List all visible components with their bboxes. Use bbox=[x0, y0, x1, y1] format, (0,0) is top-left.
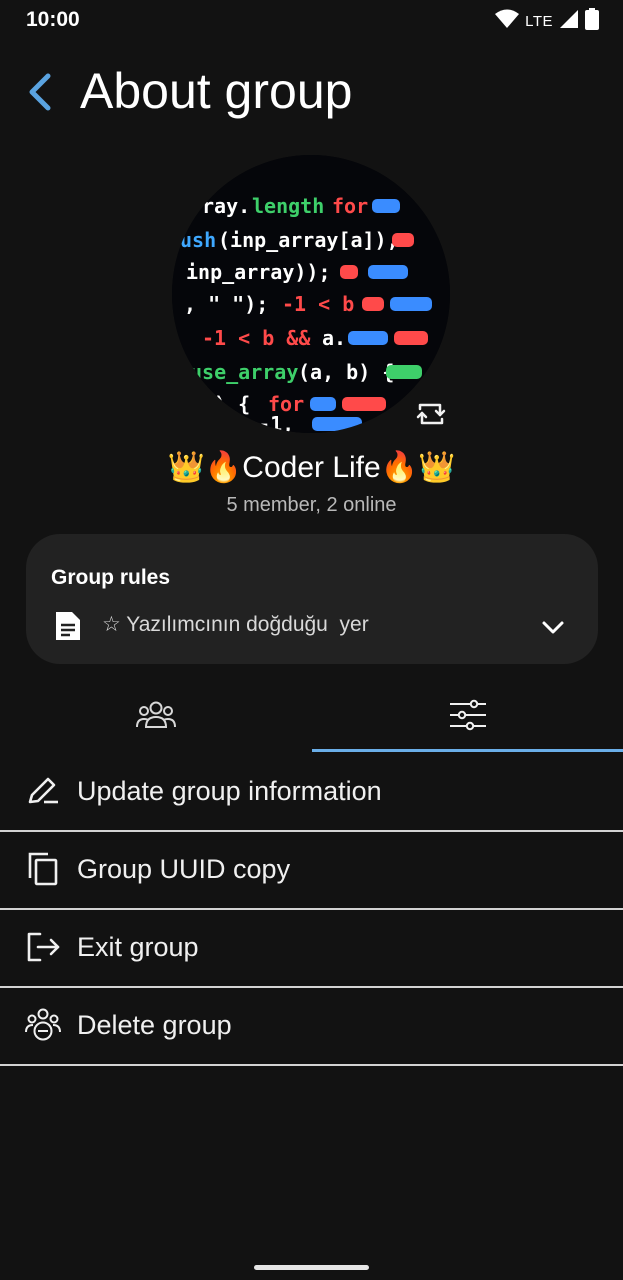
group-rules-card[interactable]: Group rules ☆ Yazılımcının doğduğu yer bbox=[26, 534, 598, 664]
chevron-down-icon[interactable] bbox=[538, 612, 568, 642]
svg-text:inp_array));: inp_array)); bbox=[186, 260, 331, 284]
group-avatar[interactable]: ray. length for ush (inp_array[a]), inp_arr… bbox=[172, 155, 450, 433]
svg-text:(a, b) {: (a, b) { bbox=[298, 360, 394, 384]
status-bar: 10:00 LTE bbox=[0, 0, 623, 40]
svg-text:-1 < b &&: -1 < b && bbox=[202, 326, 311, 350]
delete-group-icon bbox=[24, 1006, 62, 1044]
svg-text:-1 < b: -1 < b bbox=[282, 292, 354, 316]
menu-item-delete-group[interactable]: Delete group bbox=[0, 988, 623, 1066]
status-icons: LTE bbox=[495, 8, 599, 35]
exit-icon bbox=[24, 928, 62, 966]
menu-label-exit-group: Exit group bbox=[77, 932, 199, 962]
svg-text:a.: a. bbox=[322, 326, 346, 350]
members-icon bbox=[135, 699, 177, 736]
svg-text:for: for bbox=[332, 194, 368, 218]
settings-sliders-icon bbox=[448, 698, 488, 737]
group-member-count: 5 member, 2 online bbox=[226, 494, 397, 516]
edit-icon bbox=[24, 772, 62, 810]
tab-indicator bbox=[312, 749, 623, 752]
settings-menu: Update group information Group UUID copy… bbox=[0, 754, 623, 1066]
menu-item-copy-uuid[interactable]: Group UUID copy bbox=[0, 832, 623, 910]
tab-bar bbox=[0, 684, 623, 754]
group-name: 👑🔥Coder Life🔥👑 bbox=[167, 451, 456, 484]
document-icon bbox=[52, 610, 84, 642]
menu-label-update-group: Update group information bbox=[77, 776, 382, 806]
copy-icon bbox=[24, 850, 62, 888]
svg-text:length: length bbox=[252, 194, 324, 218]
group-rules-title: Group rules bbox=[51, 566, 171, 589]
menu-item-update-group[interactable]: Update group information bbox=[0, 754, 623, 832]
page-title: About group bbox=[80, 63, 353, 119]
back-arrow-icon[interactable] bbox=[22, 72, 62, 112]
group-rules-text: ☆ Yazılımcının doğduğu yer bbox=[102, 613, 369, 636]
svg-text:use_array: use_array bbox=[190, 360, 298, 384]
menu-label-copy-uuid: Group UUID copy bbox=[77, 854, 291, 884]
svg-text:, " ");: , " "); bbox=[184, 292, 268, 316]
group-avatar-container[interactable]: ray. length for ush (inp_array[a]), inp_arr… bbox=[172, 155, 450, 433]
battery-icon bbox=[585, 8, 599, 35]
svg-text:ush: ush bbox=[180, 228, 216, 252]
svg-text:(inp_array[a]),: (inp_array[a]), bbox=[218, 228, 399, 252]
rotate-icon[interactable] bbox=[412, 395, 450, 433]
wifi-icon bbox=[495, 9, 520, 34]
tab-settings[interactable] bbox=[312, 684, 623, 750]
home-indicator[interactable] bbox=[254, 1265, 369, 1270]
menu-label-delete-group: Delete group bbox=[77, 1010, 232, 1040]
svg-text:= -1,: = -1, bbox=[234, 412, 294, 433]
svg-text:ray.: ray. bbox=[202, 194, 250, 218]
network-type: LTE bbox=[525, 13, 553, 30]
tab-members[interactable] bbox=[0, 684, 311, 750]
menu-item-exit-group[interactable]: Exit group bbox=[0, 910, 623, 988]
status-time: 10:00 bbox=[26, 8, 80, 31]
signal-icon bbox=[559, 9, 579, 34]
app-bar: About group bbox=[0, 60, 623, 130]
